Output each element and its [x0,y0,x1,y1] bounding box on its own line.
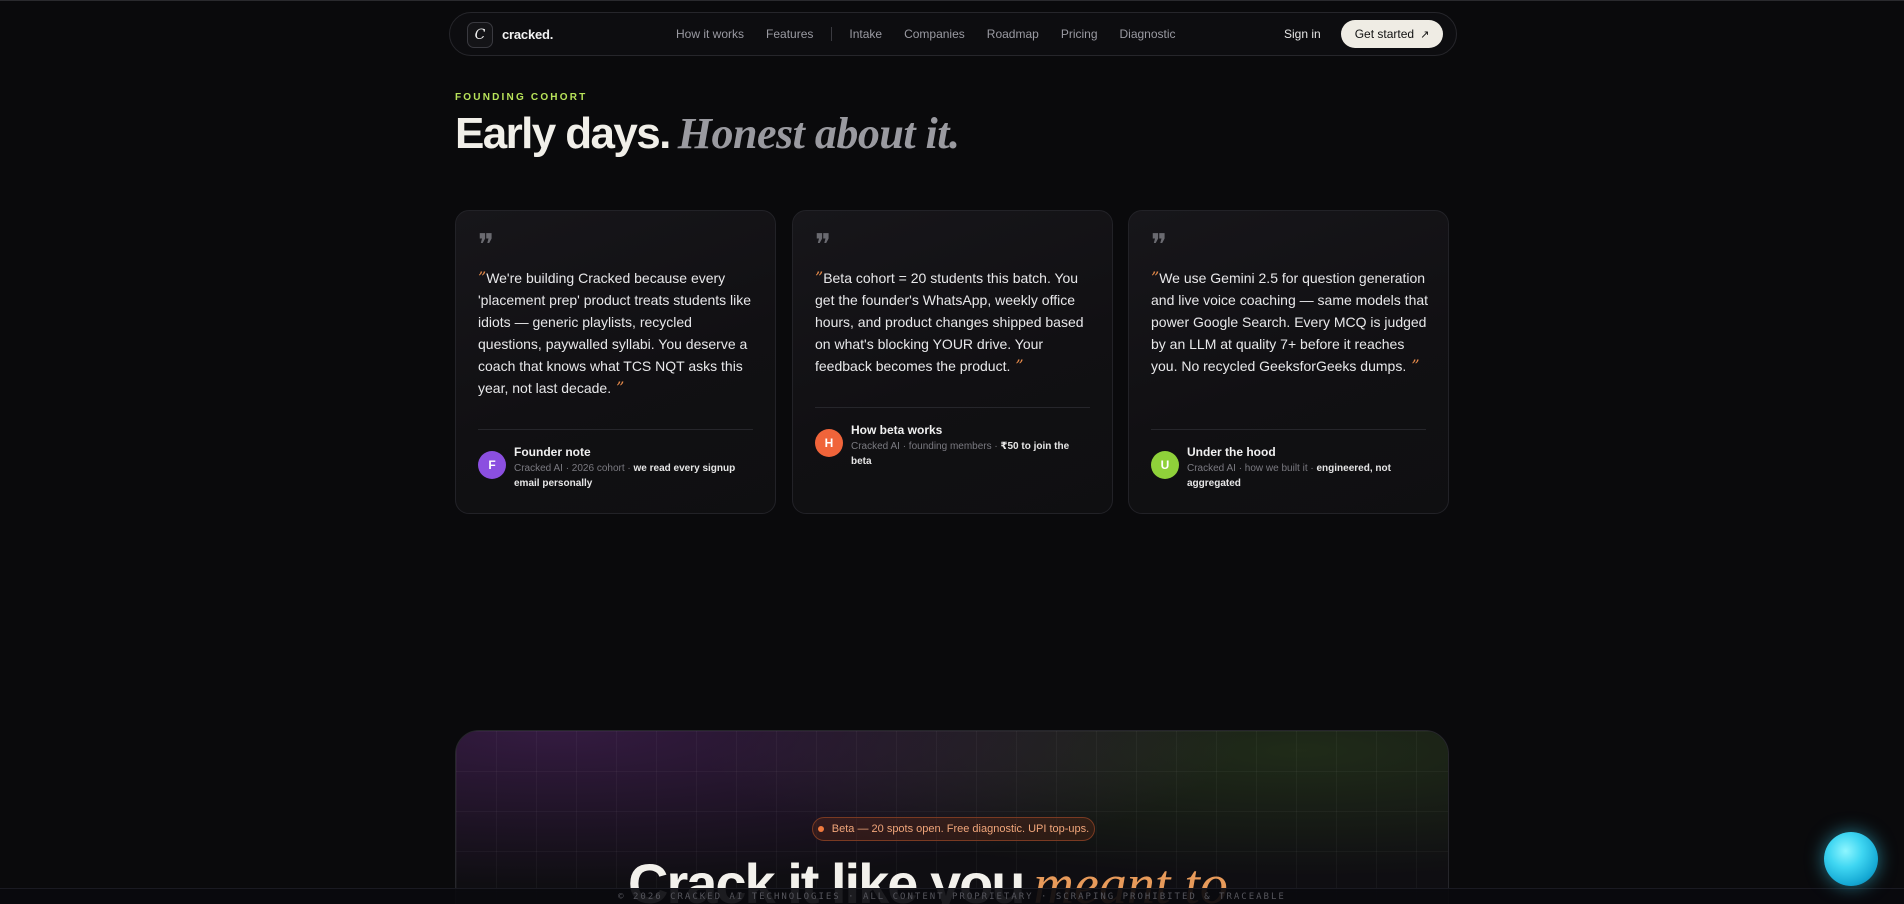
close-quote-mark: ” [1010,356,1024,375]
nav-link-companies[interactable]: Companies [904,27,965,41]
section-heading: Early days. Honest about it. [455,108,960,159]
testimonial-card: ❞ ”We're building Cracked because every … [455,210,776,514]
footer-legal-text: © 2026 CRACKED AI TECHNOLOGIES · ALL CON… [618,891,1286,902]
section-eyebrow: FOUNDING COHORT [455,92,588,103]
get-started-button[interactable]: Get started ↗ [1341,20,1443,48]
author-subtitle: Cracked AI · 2026 cohort · we read every… [514,461,754,491]
card-divider [815,407,1090,408]
heading-italic: Honest about it. [677,109,960,158]
top-navbar: C cracked. How it works Features Intake … [449,12,1457,56]
footer-bar: © 2026 CRACKED AI TECHNOLOGIES · ALL CON… [0,888,1904,904]
cta-section: Beta — 20 spots open. Free diagnostic. U… [455,730,1449,904]
card-quote: ”We're building Cracked because every 'p… [478,267,758,399]
testimonial-card: ❞ ”We use Gemini 2.5 for question genera… [1128,210,1449,514]
open-quote-mark: ” [1151,268,1160,287]
nav-link-intake[interactable]: Intake [849,27,882,41]
close-quote-mark: ” [611,378,625,397]
nav-link-diagnostic[interactable]: Diagnostic [1120,27,1176,41]
card-quote: ”Beta cohort = 20 students this batch. Y… [815,267,1095,377]
quote-icon: ❞ [1151,228,1168,263]
author-subtitle-muted: Cracked AI · how we built it · [1187,463,1317,474]
nav-divider [831,27,833,41]
author-subtitle: Cracked AI · how we built it · engineere… [1187,461,1427,491]
beta-status-text: Beta — 20 spots open. Free diagnostic. U… [831,823,1090,835]
heading-strong: Early days. [455,109,671,158]
card-author: Under the hood Cracked AI · how we built… [1187,445,1427,491]
author-subtitle-muted: Cracked AI · 2026 cohort · [514,463,634,474]
logo-icon[interactable]: C [467,22,493,48]
get-started-label: Get started [1354,27,1415,41]
card-quote-text: Beta cohort = 20 students this batch. Yo… [815,270,1084,374]
nav-link-roadmap[interactable]: Roadmap [987,27,1039,41]
testimonial-card: ❞ ”Beta cohort = 20 students this batch.… [792,210,1113,514]
status-dot-icon [817,826,824,832]
card-quote: ”We use Gemini 2.5 for question generati… [1151,267,1431,377]
author-title: Under the hood [1187,445,1276,459]
card-divider [1151,429,1426,430]
brand-name[interactable]: cracked. [502,27,553,42]
arrow-up-right-icon: ↗ [1420,28,1430,41]
author-title: How beta works [851,423,943,437]
quote-icon: ❞ [478,228,495,263]
open-quote-mark: ” [478,268,487,287]
top-border [0,0,1904,1]
voice-assistant-orb-icon[interactable] [1824,832,1878,886]
card-author: Founder note Cracked AI · 2026 cohort · … [514,445,754,491]
avatar: F [478,451,506,479]
nav-link-how-it-works[interactable]: How it works [676,27,744,41]
nav-link-pricing[interactable]: Pricing [1061,27,1098,41]
close-quote-mark: ” [1406,356,1420,375]
avatar: H [815,429,843,457]
card-divider [478,429,753,430]
card-quote-text: We use Gemini 2.5 for question generatio… [1151,270,1429,374]
author-subtitle: Cracked AI · founding members · ₹50 to j… [851,439,1091,469]
avatar: U [1151,451,1179,479]
beta-status-pill: Beta — 20 spots open. Free diagnostic. U… [812,817,1095,841]
sign-in-link[interactable]: Sign in [1284,27,1321,41]
card-author: How beta works Cracked AI · founding mem… [851,423,1091,469]
author-subtitle-muted: Cracked AI · founding members · [851,441,1001,452]
nav-link-features[interactable]: Features [766,27,813,41]
author-title: Founder note [514,445,591,459]
open-quote-mark: ” [815,268,824,287]
quote-icon: ❞ [815,228,832,263]
nav-links: How it works Features Intake Companies R… [676,13,1198,55]
